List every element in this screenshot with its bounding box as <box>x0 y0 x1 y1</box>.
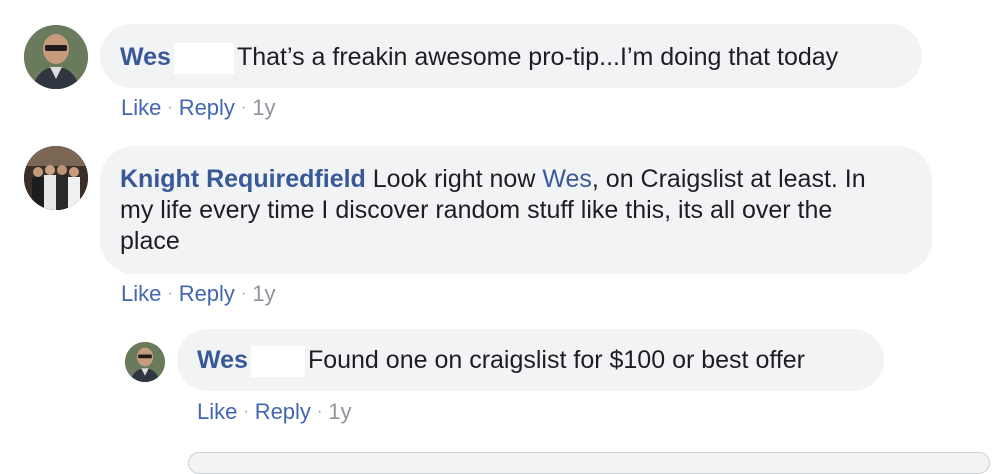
separator: · <box>240 99 247 116</box>
profile-photo-icon <box>125 342 165 382</box>
comment-timestamp[interactable]: 1y <box>328 399 351 424</box>
separator: · <box>316 403 323 420</box>
reply-input-box[interactable] <box>188 452 990 474</box>
comment-text: That’s a freakin awesome pro-tip...I’m d… <box>236 43 839 71</box>
comment-timestamp[interactable]: 1y <box>252 95 275 120</box>
separator: · <box>167 285 173 302</box>
avatar-wes[interactable] <box>125 342 165 382</box>
comment-author[interactable]: Wes <box>120 43 171 71</box>
comment-author[interactable]: Wes <box>197 346 248 374</box>
comment-author[interactable]: Knight Requiredfield <box>120 165 366 193</box>
avatar-wes[interactable] <box>24 25 88 89</box>
reply-bubble: Wes Found one on craigslist for $100 or b… <box>177 329 884 391</box>
comment-line: my life every time I discover random stu… <box>120 196 833 224</box>
profile-photo-icon <box>24 146 88 210</box>
comment-actions: Like · Reply · 1y <box>197 399 352 425</box>
like-link[interactable]: Like <box>121 95 161 120</box>
redacted-name <box>250 345 305 377</box>
comment-actions: Like · Reply · 1y <box>121 95 276 121</box>
separator: · <box>167 99 173 116</box>
like-link[interactable]: Like <box>197 399 237 424</box>
comment-text: Look right now <box>372 165 536 193</box>
mention-link[interactable]: Wes <box>542 165 592 193</box>
comment-line: Knight Requiredfield Look right now Wes,… <box>120 164 912 195</box>
reply-link[interactable]: Reply <box>255 399 311 424</box>
profile-photo-icon <box>24 25 88 89</box>
comment-bubble: Wes That’s a freakin awesome pro-tip...I’… <box>100 24 922 88</box>
separator: · <box>243 403 249 420</box>
avatar-knight-requiredfield[interactable] <box>24 146 88 210</box>
comment-line: place <box>120 227 180 255</box>
like-link[interactable]: Like <box>121 281 161 306</box>
reply-link[interactable]: Reply <box>179 281 235 306</box>
comment-bubble: Knight Requiredfield Look right now Wes,… <box>100 146 932 274</box>
comment-timestamp[interactable]: 1y <box>252 281 275 306</box>
reply-link[interactable]: Reply <box>179 95 235 120</box>
comment-text: Found one on craigslist for $100 or best… <box>307 346 806 374</box>
comment-text: , on Craigslist at least. In <box>591 165 866 193</box>
comment-actions: Like · Reply · 1y <box>121 281 276 307</box>
separator: · <box>240 285 247 302</box>
redacted-name <box>173 42 234 74</box>
